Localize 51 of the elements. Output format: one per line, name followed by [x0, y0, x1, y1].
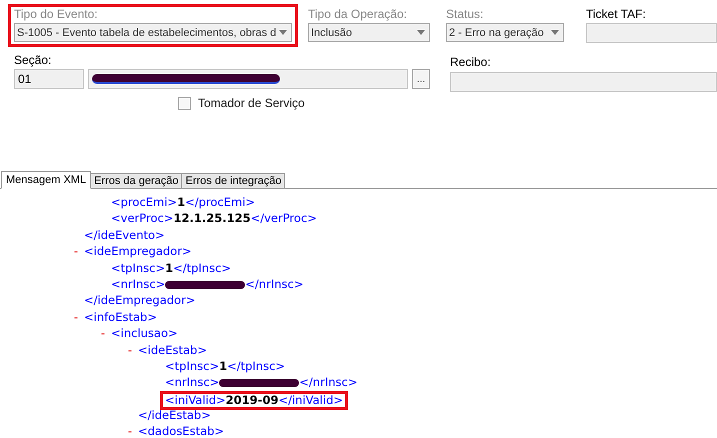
xml-tag: <ideEmpregador> [84, 244, 192, 258]
xml-tag: <procEmi> [111, 195, 178, 209]
xml-value: 12.1.25.125 [173, 211, 251, 226]
xml-tag: </verProc> [250, 211, 317, 226]
field-label: Ticket TAF: [586, 7, 647, 22]
xml-tag: </nrInsc> [299, 375, 358, 390]
collapse-toggle[interactable]: - [124, 342, 136, 358]
input-field[interactable] [88, 69, 408, 89]
xml-tag: <tpInsc> [165, 358, 220, 373]
caret-icon [551, 30, 559, 35]
field-label: Recibo: [450, 55, 492, 70]
xml-value: 1 [177, 195, 186, 209]
field-label: Status: [446, 7, 484, 22]
xml-value: 1 [219, 358, 228, 373]
collapse-toggle[interactable]: - [97, 325, 109, 342]
checkbox-label: Tomador de Serviço [198, 96, 305, 110]
input-field[interactable] [586, 23, 717, 43]
xml-value: 1 [165, 260, 174, 275]
xml-tag: <verProc> [111, 211, 174, 226]
tab[interactable]: Mensagem XML [1, 171, 92, 189]
field-label: Tipo da Operação: [308, 7, 408, 22]
checkbox[interactable] [178, 96, 191, 110]
xml-tag: <nrInsc> [111, 276, 166, 291]
xml-tag: <nrInsc> [165, 375, 220, 390]
xml-tag: <dadosEstab> [138, 424, 224, 438]
xml-tag: <tpInsc> [111, 260, 166, 275]
xml-value: 2019-09 [226, 392, 278, 407]
xml-tag: </tpInsc> [173, 260, 232, 275]
xml-tag: <iniValid> [165, 392, 226, 407]
xml-tag: </ideEmpregador> [84, 293, 196, 308]
xml-tag: </procEmi> [185, 195, 256, 209]
xml-tag: <ideEstab> [138, 342, 207, 357]
caret-icon [417, 30, 425, 35]
field-label: Tipo do Evento: [14, 7, 99, 22]
caret-icon [279, 30, 288, 35]
xml-tag: <infoEstab> [84, 310, 157, 324]
xml-tag: </iniValid> [278, 392, 344, 407]
input-field[interactable] [450, 72, 717, 92]
tab[interactable]: Erros de integração [181, 173, 286, 188]
collapse-toggle[interactable]: - [70, 243, 82, 260]
input-field[interactable]: 01 [14, 69, 84, 89]
xml-tag: </nrInsc> [245, 276, 304, 291]
xml-tag: </tpInsc> [227, 358, 286, 373]
xml-tag: </ideEvento> [84, 228, 165, 242]
collapse-toggle[interactable]: - [70, 308, 82, 326]
tab[interactable]: Erros da geração [90, 173, 182, 188]
lookup-button[interactable]: ... [412, 69, 430, 89]
xml-tag: </ideEstab> [138, 408, 211, 422]
collapse-toggle[interactable]: - [124, 423, 136, 438]
xml-tag: <inclusao> [111, 326, 178, 340]
field-label: Seção: [14, 53, 52, 68]
